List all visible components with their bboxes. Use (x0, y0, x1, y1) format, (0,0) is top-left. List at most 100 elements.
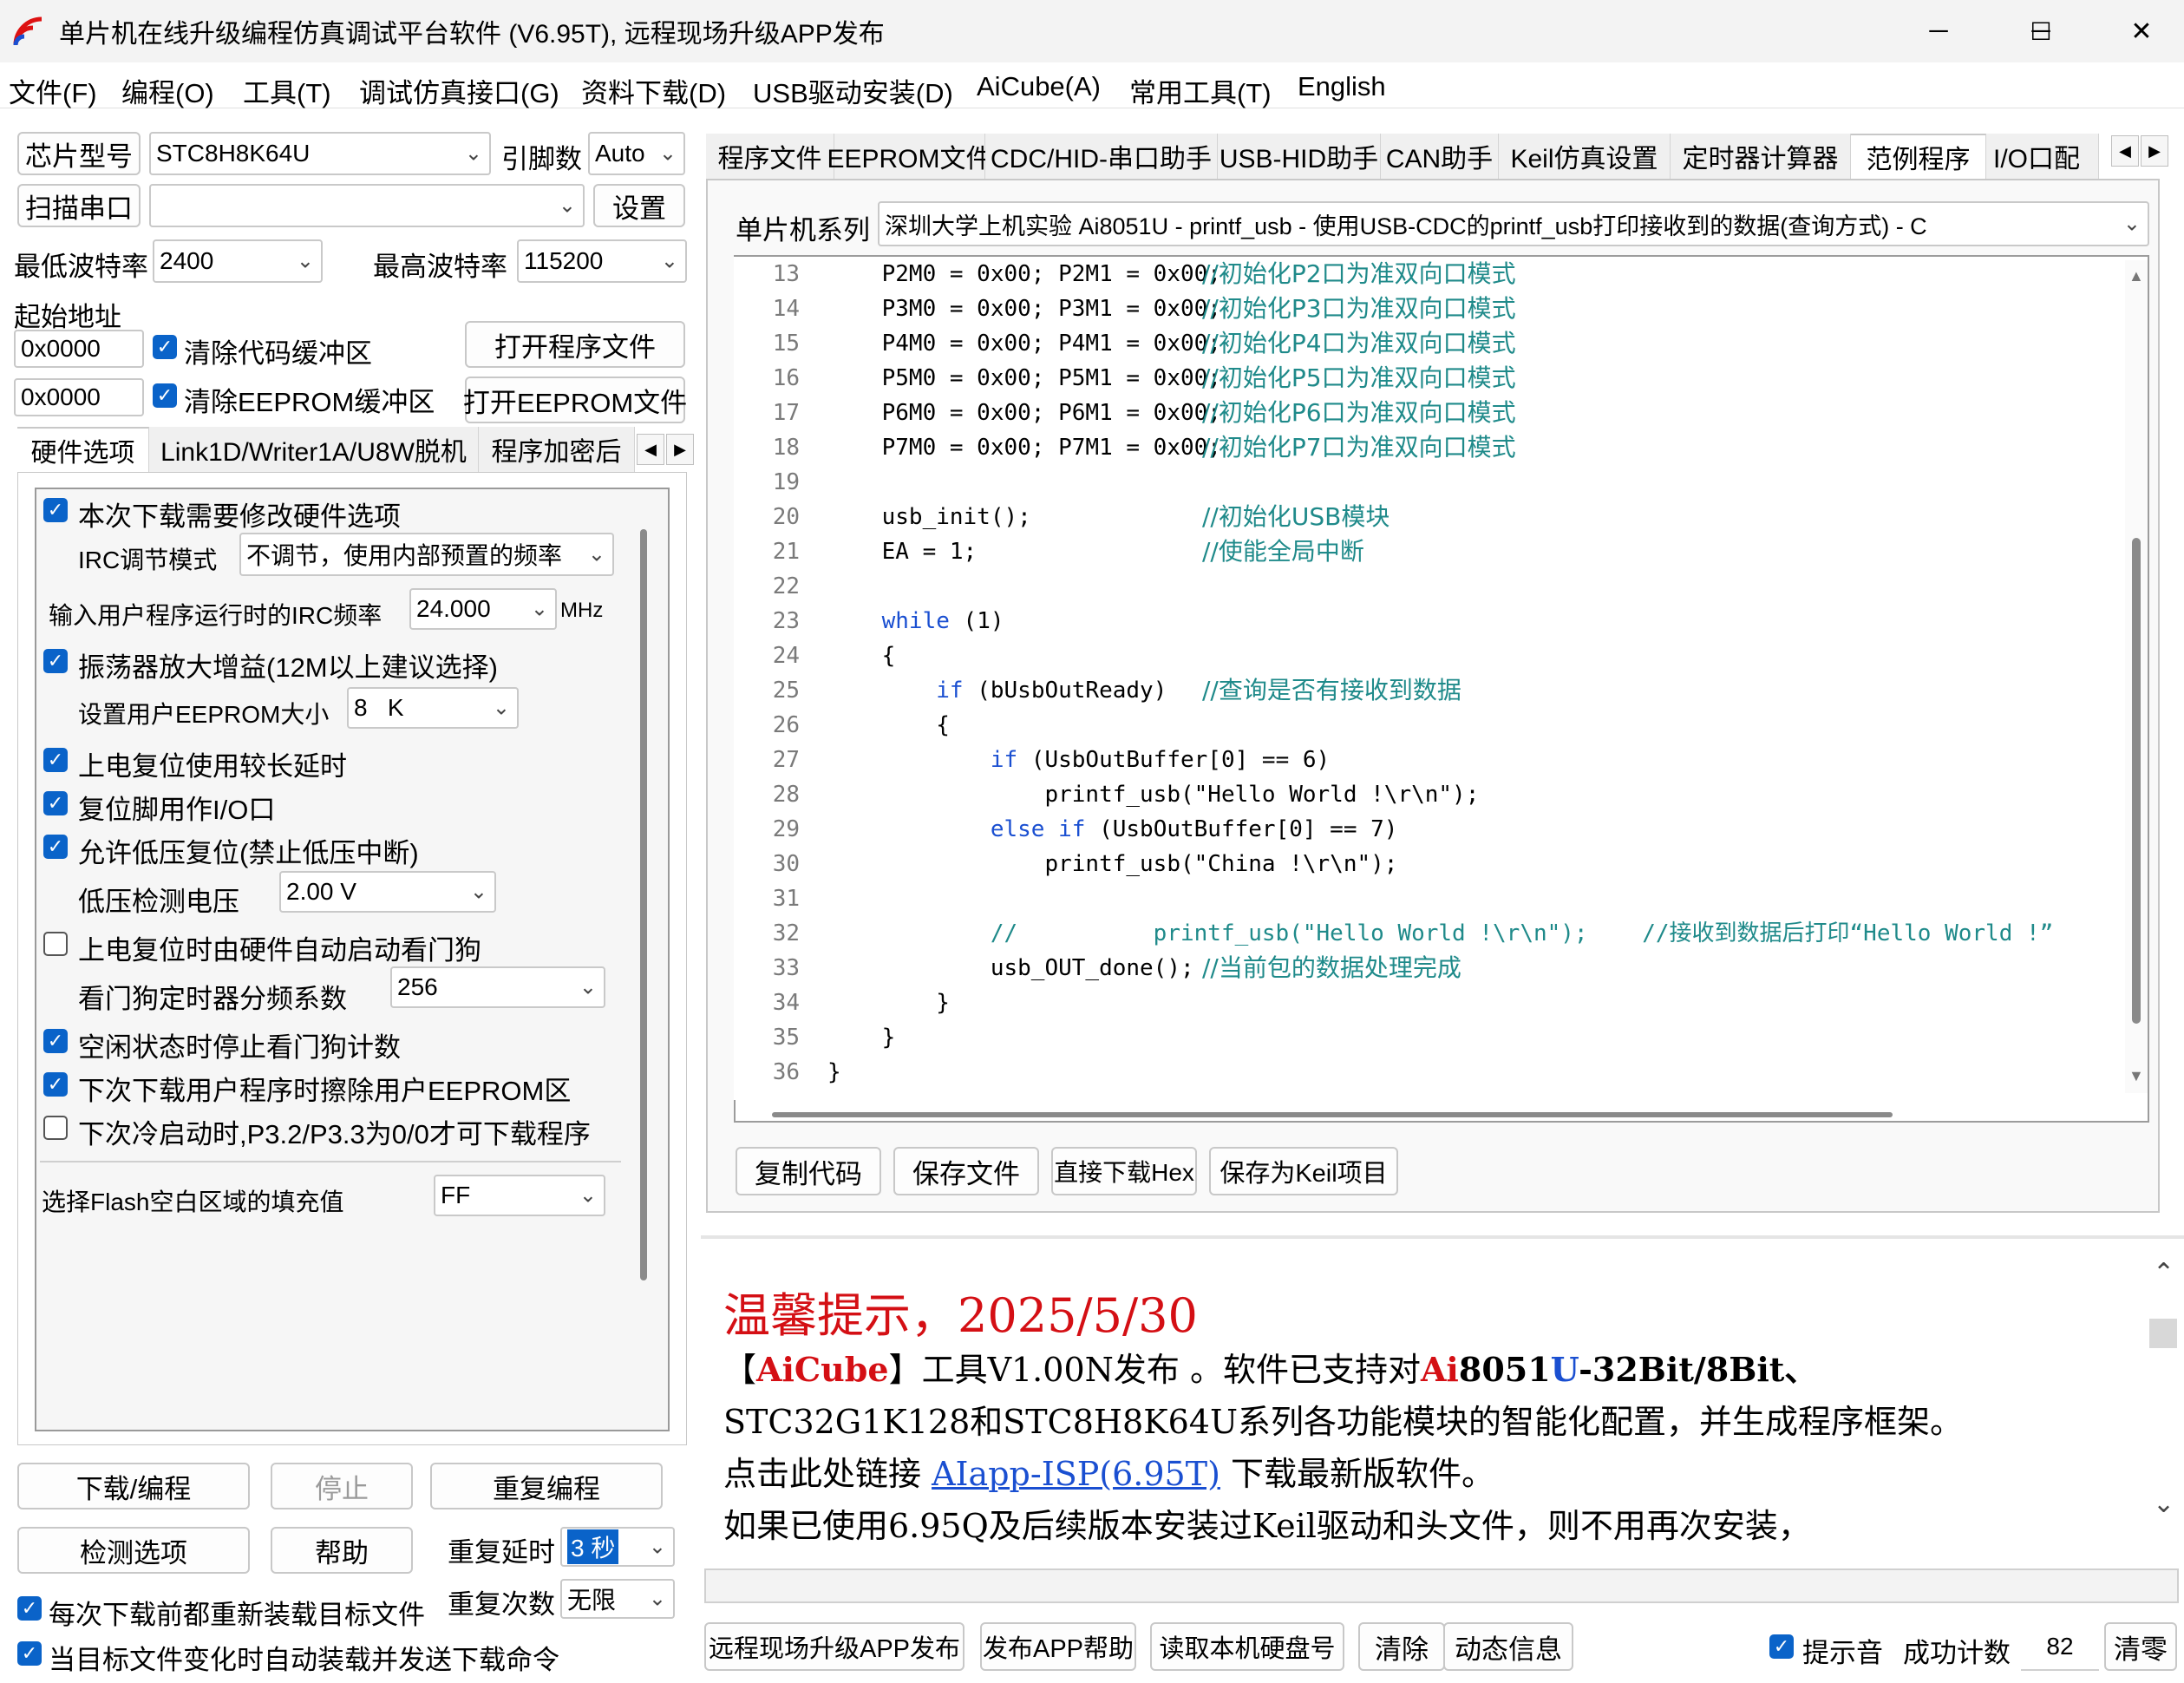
reset-count-button[interactable]: 清零 (2104, 1622, 2177, 1671)
start-address-input-2[interactable]: 0x0000 (14, 378, 144, 416)
close-button[interactable]: ✕ (2090, 0, 2184, 62)
erase-eeprom-checkbox[interactable]: ✓ (43, 1072, 68, 1097)
clear-eeprom-checkbox[interactable]: ✓ (153, 383, 177, 408)
long-reset-checkbox[interactable]: ✓ (43, 748, 68, 772)
idle-wdt-checkbox[interactable]: ✓ (43, 1029, 68, 1053)
remote-upgrade-button[interactable]: 远程现场升级APP发布 (704, 1622, 964, 1671)
tab-example-programs[interactable]: 范例程序 (1851, 134, 1986, 179)
code-vscrollbar[interactable]: ▲ ▼ (2125, 260, 2148, 1093)
scroll-down-icon[interactable]: ⌄ (2153, 1489, 2174, 1519)
maximize-button[interactable]: ☐ (1990, 0, 2092, 62)
tab-scroll-right-icon[interactable]: ▶ (2141, 135, 2168, 167)
tab-scroll-right-icon[interactable]: ▶ (666, 434, 694, 465)
stop-button[interactable]: 停止 (271, 1463, 413, 1509)
splitter[interactable] (701, 1235, 2184, 1239)
tab-timer-calc[interactable]: 定时器计算器 (1671, 134, 1851, 179)
open-eeprom-file-button[interactable]: 打开EEPROM文件 (463, 377, 687, 423)
chip-model-button[interactable]: 芯片型号 (17, 132, 141, 175)
code-hscroll-thumb[interactable] (772, 1112, 1893, 1117)
chevron-down-icon: ⌄ (492, 696, 510, 720)
notice-vscrollbar[interactable]: ⌃ ⌄ (2146, 1258, 2179, 1536)
osc-gain-checkbox[interactable]: ✓ (43, 649, 68, 673)
tab-scroll-left-icon[interactable]: ◀ (637, 434, 664, 465)
tab-link1d[interactable]: Link1D/Writer1A/U8W脱机 (149, 427, 479, 472)
menu-download[interactable]: 资料下载(D) (581, 71, 726, 110)
cold-boot-checkbox[interactable] (43, 1116, 68, 1140)
check-options-button[interactable]: 检测选项 (17, 1527, 250, 1574)
eeprom-size-select[interactable]: 8 K ⌄ (347, 687, 519, 729)
help-button[interactable]: 帮助 (271, 1527, 413, 1574)
line-number: 20 (772, 504, 800, 530)
flash-fill-select[interactable]: FF ⌄ (434, 1175, 605, 1216)
scroll-up-icon[interactable]: ▲ (2128, 267, 2144, 285)
modify-hw-checkbox[interactable]: ✓ (43, 498, 68, 522)
tab-scroll-left-icon[interactable]: ◀ (2111, 135, 2139, 167)
code-text: else if (UsbOutBuffer[0] == 7) (827, 816, 1398, 842)
repeat-count-select[interactable]: 无限 ⌄ (560, 1579, 675, 1619)
code-vscroll-thumb[interactable] (2132, 538, 2141, 1024)
tab-program-file[interactable]: 程序文件 (706, 134, 834, 179)
copy-code-button[interactable]: 复制代码 (736, 1147, 881, 1195)
menu-tools[interactable]: 工具(T) (243, 71, 331, 110)
code-line: 16 P5M0 = 0x00; P5M1 = 0x00;//初始化P5口为准双向… (734, 361, 2122, 396)
tab-usb-hid[interactable]: USB-HID助手 (1218, 134, 1381, 179)
tab-keil-sim[interactable]: Keil仿真设置 (1499, 134, 1671, 179)
menu-program[interactable]: 编程(O) (121, 71, 214, 110)
start-address-input-1[interactable]: 0x0000 (14, 330, 144, 368)
chip-model-select[interactable]: STC8H8K64U ⌄ (149, 132, 491, 175)
reload-target-checkbox[interactable]: ✓ (17, 1596, 42, 1621)
read-disk-id-button[interactable]: 读取本机硬盘号 (1150, 1622, 1344, 1671)
tab-cdc-hid-serial[interactable]: CDC/HID-串口助手 (985, 134, 1218, 179)
port-select[interactable]: ⌄ (149, 184, 585, 227)
settings-button[interactable]: 设置 (593, 184, 685, 227)
download-latest-link[interactable]: AIapp-ISP(6.95T) (932, 1455, 1220, 1493)
menu-aicube[interactable]: AiCube(A) (977, 71, 1101, 102)
beep-checkbox[interactable]: ✓ (1769, 1634, 1794, 1659)
menu-usb-driver[interactable]: USB驱动安装(D) (753, 71, 953, 110)
lvd-select[interactable]: 2.00 V ⌄ (279, 871, 496, 913)
menu-file[interactable]: 文件(F) (9, 71, 97, 110)
menu-common-tools[interactable]: 常用工具(T) (1129, 71, 1272, 110)
code-editor[interactable]: 13 P2M0 = 0x00; P2M1 = 0x00;//初始化P2口为准双向… (734, 257, 2135, 1100)
line-number: 16 (772, 365, 800, 391)
max-baud-select[interactable]: 115200 ⌄ (517, 239, 687, 283)
notice-scroll-thumb[interactable] (2149, 1319, 2177, 1348)
menu-debug[interactable]: 调试仿真接口(G) (359, 71, 559, 110)
tab-encrypt[interactable]: 程序加密后 (479, 427, 635, 472)
minimize-button-2[interactable]: ─ (1887, 0, 1990, 62)
clear-button[interactable]: 清除 (1358, 1622, 1445, 1671)
min-baud-select[interactable]: 2400 ⌄ (153, 239, 323, 283)
menu-english[interactable]: English (1298, 71, 1386, 102)
tab-io-config[interactable]: I/O口配 (1986, 134, 2099, 179)
scroll-down-icon[interactable]: ▼ (2128, 1067, 2144, 1085)
scroll-up-icon[interactable]: ⌃ (2153, 1258, 2174, 1288)
wdt-auto-checkbox[interactable] (43, 932, 68, 956)
wdt-div-select[interactable]: 256 ⌄ (390, 966, 605, 1008)
repeat-delay-select[interactable]: 3 秒 ⌄ (560, 1527, 675, 1567)
tab-hardware-options[interactable]: 硬件选项 (17, 427, 149, 472)
repeat-program-button[interactable]: 重复编程 (430, 1463, 663, 1509)
code-comment: //初始化USB模块 (1202, 502, 1390, 531)
code-line: 25 if (bUsbOutReady) //查询是否有接收到数据 (734, 673, 2122, 708)
mcu-series-select[interactable]: 深圳大学上机实验 Ai8051U - printf_usb - 使用USB-CD… (878, 201, 2149, 246)
scrollbar-thumb[interactable] (640, 529, 647, 1280)
irc-mode-select[interactable]: 不调节，使用内部预置的频率 ⌄ (239, 533, 614, 576)
save-file-button[interactable]: 保存文件 (893, 1147, 1039, 1195)
scan-port-button[interactable]: 扫描串口 (17, 184, 141, 227)
dynamic-info-button[interactable]: 动态信息 (1443, 1622, 1573, 1671)
lvr-checkbox[interactable]: ✓ (43, 835, 68, 859)
pins-select[interactable]: Auto ⌄ (588, 132, 685, 175)
code-line: 30 printf_usb("China !\r\n"); (734, 847, 2122, 881)
open-program-file-button[interactable]: 打开程序文件 (465, 321, 685, 368)
tab-eeprom-file[interactable]: EEPROM文件 (827, 134, 992, 179)
chevron-down-icon: ⌄ (648, 1587, 666, 1611)
irc-freq-select[interactable]: 24.000 ⌄ (409, 588, 557, 630)
clear-code-checkbox[interactable]: ✓ (153, 335, 177, 359)
reset-io-checkbox[interactable]: ✓ (43, 791, 68, 815)
auto-load-checkbox[interactable]: ✓ (17, 1641, 42, 1666)
save-keil-project-button[interactable]: 保存为Keil项目 (1209, 1147, 1398, 1195)
tab-can[interactable]: CAN助手 (1381, 134, 1499, 179)
publish-help-button[interactable]: 发布APP帮助 (980, 1622, 1136, 1671)
download-program-button[interactable]: 下载/编程 (17, 1463, 250, 1509)
download-hex-button[interactable]: 直接下载Hex (1051, 1147, 1197, 1195)
